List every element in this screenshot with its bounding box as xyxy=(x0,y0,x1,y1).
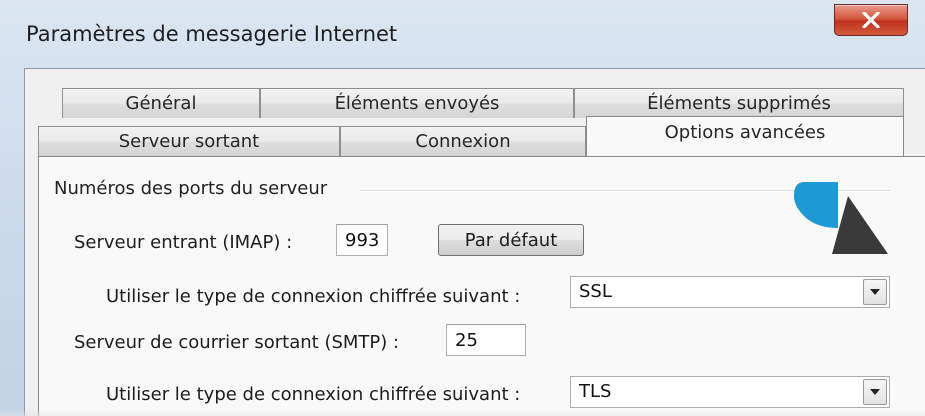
tab-label: Options avancées xyxy=(664,122,826,143)
close-button[interactable] xyxy=(834,4,908,36)
incoming-encryption-value: SSL xyxy=(579,281,612,302)
dialog-title: Paramètres de messagerie Internet xyxy=(26,22,398,46)
outgoing-encryption-dropdown-button[interactable] xyxy=(863,379,887,405)
dialog-window: Paramètres de messagerie Internet Généra… xyxy=(0,0,925,416)
tab-label: Général xyxy=(125,93,197,114)
incoming-server-label: Serveur entrant (IMAP) : xyxy=(74,232,293,253)
outgoing-encryption-value: TLS xyxy=(579,381,612,402)
ports-group-title: Numéros des ports du serveur xyxy=(54,178,336,199)
tab-connexion[interactable]: Connexion xyxy=(340,126,586,156)
tab-elements-supprimes[interactable]: Éléments supprimés xyxy=(574,88,904,118)
outgoing-encryption-label: Utiliser le type de connexion chiffrée s… xyxy=(106,384,521,405)
incoming-encryption-label: Utiliser le type de connexion chiffrée s… xyxy=(106,286,521,307)
outgoing-server-label: Serveur de courrier sortant (SMTP) : xyxy=(74,332,400,353)
bottom-edge xyxy=(0,410,925,416)
outgoing-encryption-select[interactable]: TLS xyxy=(570,376,890,408)
incoming-encryption-dropdown-button[interactable] xyxy=(863,279,887,305)
incoming-port-input[interactable]: 993 xyxy=(336,224,388,256)
incoming-encryption-select[interactable]: SSL xyxy=(570,276,890,308)
tab-label: Éléments envoyés xyxy=(334,93,500,114)
chevron-down-icon xyxy=(870,289,880,295)
tab-elements-envoyes[interactable]: Éléments envoyés xyxy=(260,88,574,118)
close-icon xyxy=(862,12,880,28)
outgoing-port-input[interactable]: 25 xyxy=(446,324,526,356)
tab-label: Connexion xyxy=(415,131,511,152)
tab-options-avancees[interactable]: Options avancées xyxy=(586,116,904,156)
tab-general[interactable]: Général xyxy=(62,88,260,118)
tab-serveur-sortant[interactable]: Serveur sortant xyxy=(38,126,340,156)
tab-label: Serveur sortant xyxy=(118,131,260,152)
tab-label: Éléments supprimés xyxy=(647,93,831,114)
logo-mark xyxy=(788,176,896,260)
default-ports-button[interactable]: Par défaut xyxy=(438,224,584,256)
chevron-down-icon xyxy=(870,389,880,395)
